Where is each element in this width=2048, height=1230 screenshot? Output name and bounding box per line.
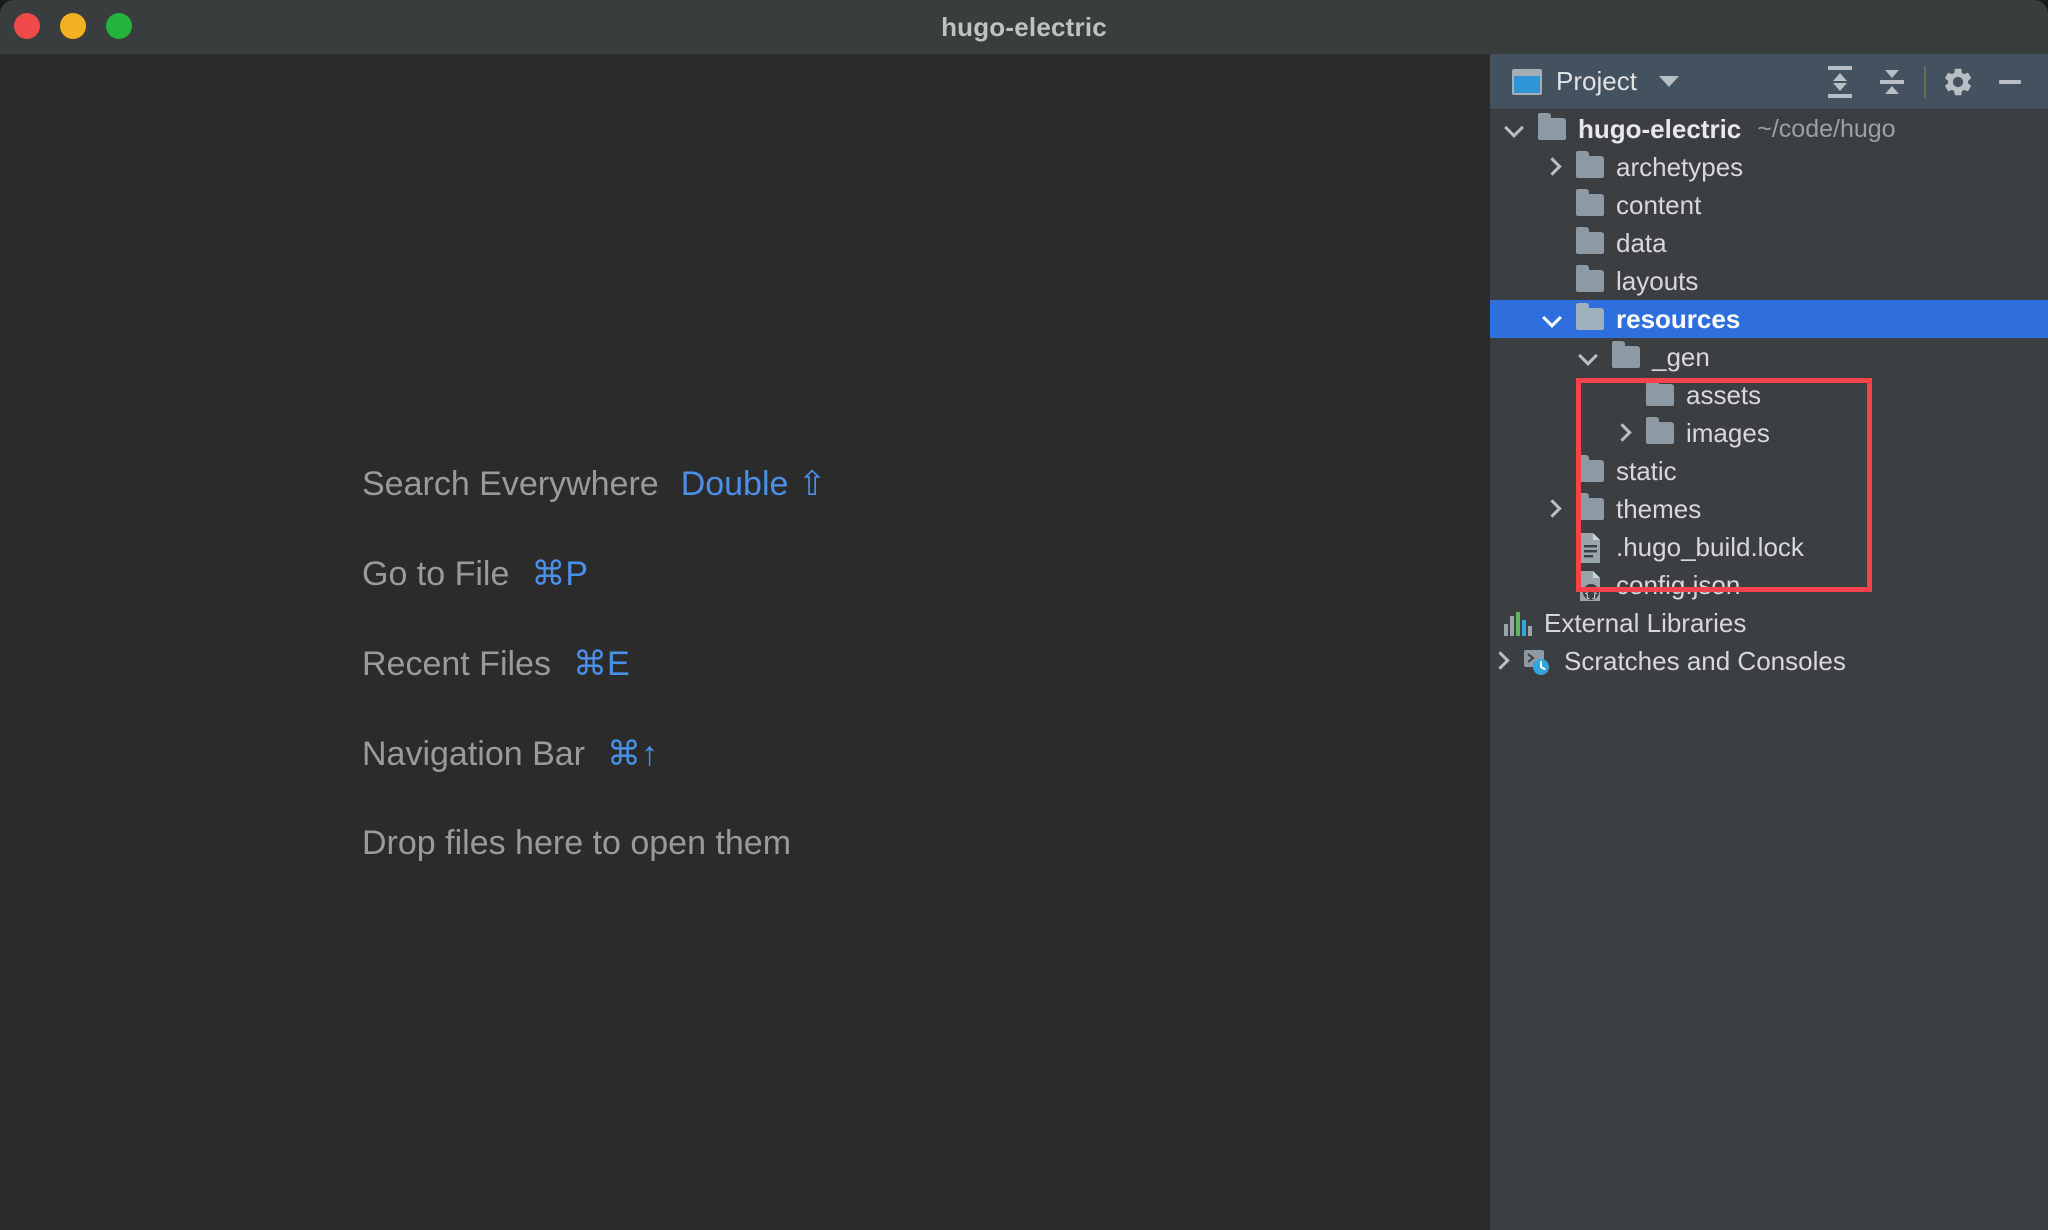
folder-icon [1538,113,1566,140]
expand-all-icon[interactable] [1814,56,1866,108]
folder-icon [1576,303,1604,330]
window-title: hugo-electric [941,12,1107,42]
tree-row-data[interactable]: data [1490,224,2048,262]
hide-panel-icon[interactable] [1984,56,2036,108]
folder-icon [1646,379,1674,406]
hint-label: Go to File [362,555,510,593]
external-libraries-icon [1504,610,1532,636]
hint-label: Recent Files [362,645,551,683]
tree-row-label: static [1616,455,1677,486]
twisty-down-icon[interactable] [1504,119,1524,139]
folder-icon [1612,341,1640,368]
twisty-right-icon[interactable] [1490,651,1510,671]
tree-row-gen[interactable]: _gen [1490,338,2048,376]
tree-row-label: .hugo_build.lock [1616,531,1804,562]
editor-hints: Search Everywhere Double ⇧ Go to File ⌘P… [362,464,1122,914]
hint-shortcut: Double ⇧ [680,465,827,503]
hint-row-go-to-file[interactable]: Go to File ⌘P [362,554,1122,644]
hint-row-recent-files[interactable]: Recent Files ⌘E [362,644,1122,734]
settings-gear-icon[interactable] [1932,56,1984,108]
hint-shortcut: ⌘E [572,645,630,683]
project-window-icon [1512,68,1542,95]
folder-icon [1576,227,1604,254]
tree-row-label: _gen [1652,341,1710,372]
tree-row-label: images [1686,417,1770,448]
tree-row-themes[interactable]: themes [1490,490,2048,528]
window-titlebar: hugo-electric [0,0,2048,54]
tree-row-label: themes [1616,493,1702,524]
folder-icon [1646,417,1674,444]
tree-row-label: layouts [1616,265,1699,296]
tree-row-label: hugo-electric [1578,113,1742,144]
tree-row-static[interactable]: static [1490,452,2048,490]
project-panel-title: Project [1556,66,1637,96]
twisty-right-icon[interactable] [1542,157,1562,177]
tree-row-label: assets [1686,379,1762,410]
tree-row-config-json[interactable]: {} config.json [1490,566,2048,604]
tree-row-label: data [1616,227,1667,258]
tree-row-path: ~/code/hugo [1757,114,1896,143]
tree-row-resources[interactable]: resources [1490,300,2048,338]
tree-row-label: resources [1616,303,1741,334]
folder-icon [1576,493,1604,520]
project-tool-window: Project hugo-electric ~/code/hugo archet… [1488,54,2048,1230]
chevron-down-icon[interactable] [1658,76,1679,87]
json-file-icon: {} [1576,570,1604,601]
twisty-down-icon[interactable] [1578,347,1598,367]
hint-shortcut: ⌘↑ [607,735,659,773]
hint-shortcut: ⌘P [531,555,589,593]
editor-empty-area[interactable]: Search Everywhere Double ⇧ Go to File ⌘P… [0,54,1488,1230]
tree-row-content[interactable]: content [1490,186,2048,224]
folder-icon [1576,189,1604,216]
tree-row-scratches-and-consoles[interactable]: Scratches and Consoles [1490,642,2048,680]
tree-row-assets[interactable]: assets [1490,376,2048,414]
toolbar-separator [1924,65,1926,98]
svg-text:{}: {} [1584,586,1598,600]
collapse-all-icon[interactable] [1866,56,1918,108]
tree-row-hugo-build-lock[interactable]: .hugo_build.lock [1490,528,2048,566]
twisty-right-icon[interactable] [1542,499,1562,519]
hint-label: Navigation Bar [362,735,586,773]
folder-icon [1576,455,1604,482]
project-panel-header: Project [1490,54,2048,110]
text-file-icon [1576,532,1604,563]
scratches-icon [1522,647,1552,675]
twisty-down-icon[interactable] [1542,309,1562,329]
tree-row-label: External Libraries [1544,607,1747,638]
tree-row-label: config.json [1616,569,1741,600]
project-tree[interactable]: hugo-electric ~/code/hugo archetypes con… [1490,110,2048,1230]
hint-label: Search Everywhere [362,465,659,503]
drop-files-label: Drop files here to open them [362,824,792,862]
tree-row-external-libraries[interactable]: External Libraries [1490,604,2048,642]
application-window: hugo-electric Search Everywhere Double ⇧… [0,0,2048,1230]
folder-icon [1576,265,1604,292]
folder-icon [1576,151,1604,178]
hint-row-navigation-bar[interactable]: Navigation Bar ⌘↑ [362,734,1122,824]
hint-row-search-everywhere[interactable]: Search Everywhere Double ⇧ [362,464,1122,554]
twisty-right-icon[interactable] [1612,423,1632,443]
tree-row-hugo-electric[interactable]: hugo-electric ~/code/hugo [1490,110,2048,148]
tree-row-images[interactable]: images [1490,414,2048,452]
tree-row-archetypes[interactable]: archetypes [1490,148,2048,186]
tree-row-label: content [1616,189,1702,220]
tree-row-layouts[interactable]: layouts [1490,262,2048,300]
project-panel-toolbar [1814,56,2048,108]
tree-row-label: archetypes [1616,151,1744,182]
tree-row-label: Scratches and Consoles [1564,645,1846,676]
hint-row-drop-files: Drop files here to open them [362,824,1122,914]
